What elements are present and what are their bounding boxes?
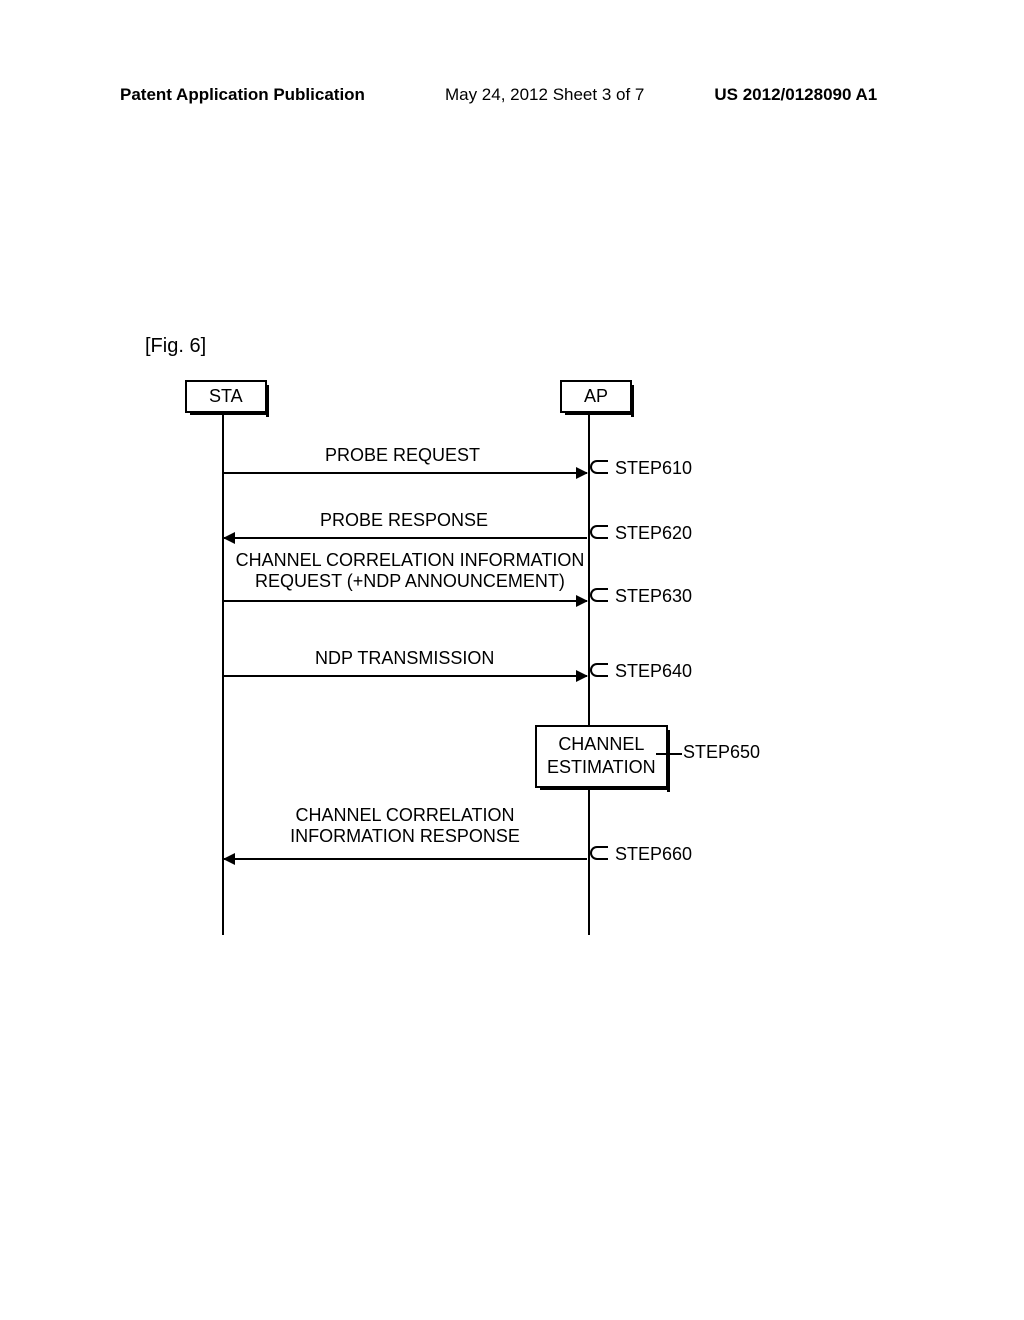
probe-request-arrow [224,472,587,474]
sta-entity-box: STA [185,380,267,413]
step620-bracket [590,525,608,539]
ap-entity-box: AP [560,380,632,413]
channel-estimation-box: CHANNEL ESTIMATION [535,725,668,788]
probe-response-label: PROBE RESPONSE [320,510,488,531]
channel-corr-req-line2: REQUEST (+NDP ANNOUNCEMENT) [255,571,565,591]
probe-request-label: PROBE REQUEST [325,445,480,466]
step660-bracket [590,846,608,860]
channel-corr-resp-arrow [224,858,587,860]
probe-response-arrow [224,537,587,539]
channel-corr-req-line1: CHANNEL CORRELATION INFORMATION [236,550,585,570]
page-header: Patent Application Publication May 24, 2… [0,85,1024,105]
channel-corr-req-label: CHANNEL CORRELATION INFORMATION REQUEST … [230,550,590,592]
channel-corr-resp-label: CHANNEL CORRELATION INFORMATION RESPONSE [265,805,545,847]
step640-label: STEP640 [615,661,692,682]
ap-lifeline [588,415,590,935]
channel-corr-resp-line1: CHANNEL CORRELATION [295,805,514,825]
step620-label: STEP620 [615,523,692,544]
step630-bracket [590,588,608,602]
step660-label: STEP660 [615,844,692,865]
step650-label: STEP650 [683,742,760,763]
channel-estimation-line1: CHANNEL [558,734,644,754]
ndp-transmission-arrow [224,675,587,677]
channel-corr-req-arrow [224,600,587,602]
ndp-transmission-label: NDP TRANSMISSION [315,648,494,669]
header-publication: Patent Application Publication [120,85,365,105]
step640-bracket [590,663,608,677]
header-patent-number: US 2012/0128090 A1 [714,85,877,105]
figure-label: [Fig. 6] [145,335,206,358]
step610-label: STEP610 [615,458,692,479]
channel-estimation-line2: ESTIMATION [547,757,656,777]
step650-connector [656,753,682,755]
step610-bracket [590,460,608,474]
step630-label: STEP630 [615,586,692,607]
channel-corr-resp-line2: INFORMATION RESPONSE [290,826,520,846]
sequence-diagram: STA AP PROBE REQUEST STEP610 PROBE RESPO… [185,380,885,960]
header-date-sheet: May 24, 2012 Sheet 3 of 7 [445,85,644,105]
